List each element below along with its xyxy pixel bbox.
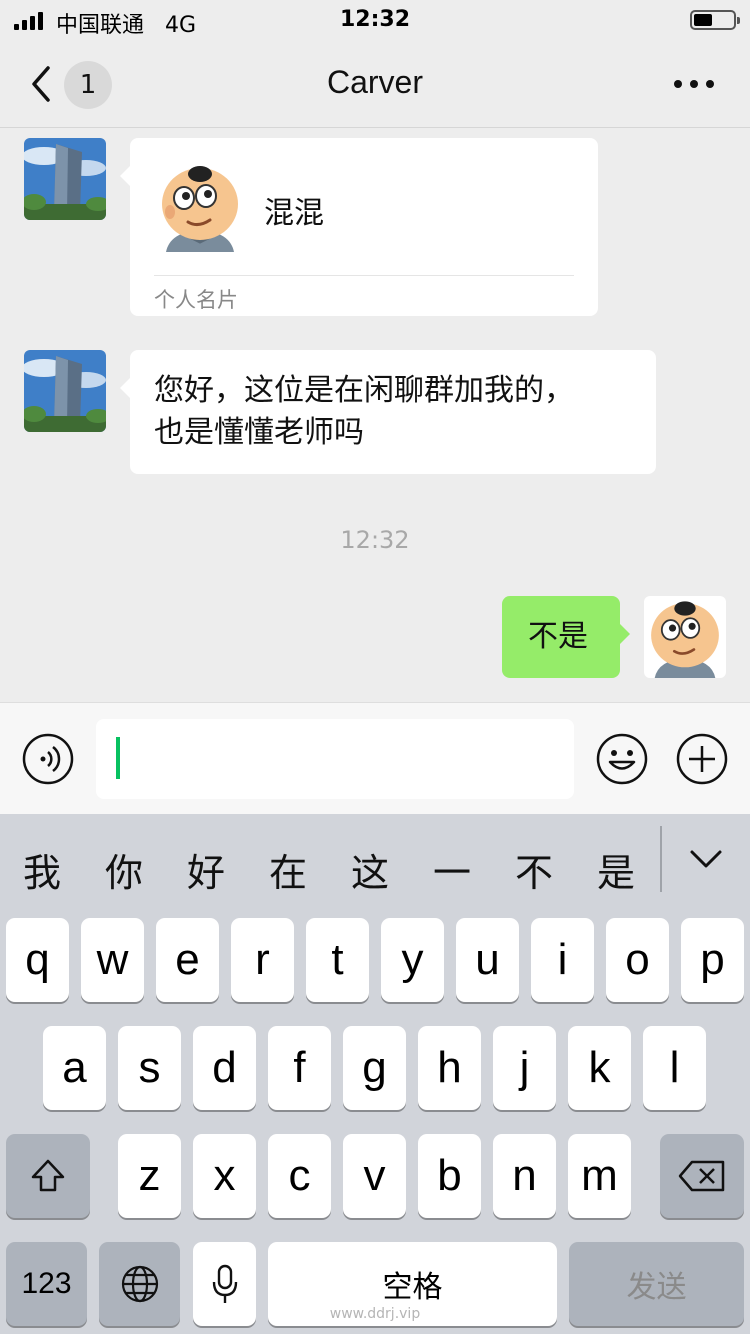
backspace-icon (678, 1160, 725, 1192)
key[interactable]: g (343, 1026, 406, 1110)
chevron-down-icon[interactable] (688, 844, 724, 874)
battery-icon (690, 10, 740, 30)
incoming-message-bubble[interactable]: 您好，这位是在闲聊群加我的， 也是懂懂老师吗 (120, 350, 656, 474)
message-text: 不是 (528, 619, 588, 654)
key[interactable]: j (493, 1026, 556, 1110)
message-timestamp: 12:32 (340, 526, 410, 554)
candidate-word[interactable]: 你 (94, 842, 154, 897)
chat-header: 1 Carver (0, 42, 750, 128)
key[interactable]: p (681, 918, 744, 1002)
key[interactable]: i (531, 918, 594, 1002)
key[interactable]: u (456, 918, 519, 1002)
key[interactable]: k (568, 1026, 631, 1110)
more-options-icon[interactable] (674, 80, 714, 88)
text-caret (116, 737, 120, 779)
contact-card-message[interactable]: 混混 个人名片 (120, 138, 598, 316)
outgoing-message-bubble[interactable]: 不是 (502, 596, 630, 678)
watermark: www.ddrj.vip (329, 1306, 421, 1322)
message-text-line: 您好，这位是在闲聊群加我的， (154, 373, 574, 408)
candidate-word[interactable]: 不 (504, 842, 564, 897)
candidate-bar: 我 你 好 在 这 一 不 是 (0, 814, 750, 914)
key[interactable]: r (231, 918, 294, 1002)
cartoon-boy-avatar-icon (162, 166, 238, 252)
card-divider (154, 275, 574, 276)
key[interactable]: q (6, 918, 69, 1002)
card-type-label: 个人名片 (154, 288, 238, 312)
key[interactable]: d (193, 1026, 256, 1110)
key[interactable]: v (343, 1134, 406, 1218)
key[interactable]: h (418, 1026, 481, 1110)
key[interactable]: o (606, 918, 669, 1002)
key[interactable]: z (118, 1134, 181, 1218)
status-bar: 中国联通 4G 12:32 (0, 0, 750, 42)
key[interactable]: e (156, 918, 219, 1002)
shift-arrow-icon (31, 1159, 65, 1192)
message-input-bar (0, 702, 750, 814)
globe-icon (121, 1265, 158, 1303)
key[interactable]: w (81, 918, 144, 1002)
contact-avatar[interactable] (24, 350, 106, 432)
voice-input-icon[interactable] (22, 733, 74, 785)
candidate-word[interactable]: 一 (422, 842, 482, 897)
backspace-key[interactable] (660, 1134, 744, 1218)
chat-title: Carver (326, 64, 423, 100)
candidate-word[interactable]: 好 (176, 842, 236, 897)
shift-key[interactable] (6, 1134, 90, 1218)
candidate-word[interactable]: 在 (258, 842, 318, 897)
cartoon-boy-avatar-icon (651, 601, 719, 678)
my-avatar[interactable] (644, 596, 726, 678)
key[interactable]: y (381, 918, 444, 1002)
key[interactable]: x (193, 1134, 256, 1218)
ios-keyboard: 我 你 好 在 这 一 不 是 q w e r t y u i o p a s … (0, 814, 750, 1334)
key[interactable]: c (268, 1134, 331, 1218)
key[interactable]: t (306, 918, 369, 1002)
card-contact-name: 混混 (264, 196, 324, 231)
plus-more-icon[interactable] (676, 733, 728, 785)
key[interactable]: f (268, 1026, 331, 1110)
candidate-word[interactable]: 这 (340, 842, 400, 897)
message-text-line: 也是懂懂老师吗 (154, 415, 364, 450)
candidate-word[interactable]: 我 (12, 842, 72, 897)
candidate-word[interactable]: 是 (586, 842, 646, 897)
status-time: 12:32 (339, 7, 411, 32)
building-photo-icon (24, 350, 106, 432)
candidate-divider (660, 826, 662, 892)
contact-avatar[interactable] (24, 138, 106, 220)
message-text-input[interactable] (96, 719, 574, 799)
key[interactable]: m (568, 1134, 631, 1218)
key[interactable]: l (643, 1026, 706, 1110)
emoji-icon[interactable] (596, 733, 648, 785)
key[interactable]: a (43, 1026, 106, 1110)
key[interactable]: n (493, 1134, 556, 1218)
building-photo-icon (24, 138, 106, 220)
key[interactable]: s (118, 1026, 181, 1110)
key[interactable]: b (418, 1134, 481, 1218)
microphone-icon (212, 1264, 237, 1303)
